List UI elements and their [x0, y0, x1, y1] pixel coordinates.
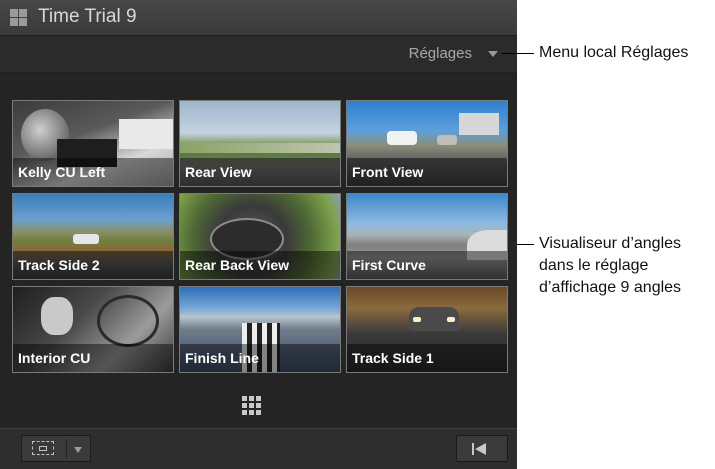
- overlay-popup-button[interactable]: [21, 435, 91, 462]
- angle-label: Interior CU: [18, 350, 91, 366]
- callout-line-viewer: [517, 244, 534, 245]
- angle-tile[interactable]: Track Side 1: [346, 286, 508, 373]
- go-to-previous-icon: [472, 443, 490, 455]
- angle-label: Track Side 2: [18, 257, 100, 273]
- angle-label: Rear View: [185, 164, 252, 180]
- angle-label: Kelly CU Left: [18, 164, 106, 180]
- go-to-previous-button[interactable]: [456, 435, 508, 462]
- angle-tile[interactable]: Rear Back View: [179, 193, 341, 280]
- angle-label: Rear Back View: [185, 257, 290, 273]
- angle-tile[interactable]: Front View: [346, 100, 508, 187]
- callout-viewer-line1: Visualiseur d’angles: [539, 235, 682, 252]
- chevron-down-icon: [74, 447, 82, 453]
- settings-menu[interactable]: Réglages: [409, 45, 472, 62]
- angle-label: Track Side 1: [352, 350, 434, 366]
- angle-tile[interactable]: First Curve: [346, 193, 508, 280]
- angle-label: First Curve: [352, 257, 426, 273]
- settings-bar: Réglages: [0, 36, 517, 73]
- window-title: Time Trial 9: [38, 6, 137, 27]
- angle-tile[interactable]: Finish Line: [179, 286, 341, 373]
- bottom-toolbar: [0, 428, 517, 469]
- angle-grid: Kelly CU Left Rear View Front View Track…: [0, 73, 517, 428]
- callout-line-settings: [502, 53, 534, 54]
- chevron-down-icon[interactable]: [488, 51, 498, 57]
- callout-viewer-line3: d’affichage 9 angles: [539, 279, 682, 296]
- angle-tile[interactable]: Interior CU: [12, 286, 174, 373]
- angle-label: Front View: [352, 164, 424, 180]
- nine-grid-icon[interactable]: [242, 396, 261, 415]
- angle-tile[interactable]: Rear View: [179, 100, 341, 187]
- viewer-grid-icon: [10, 9, 27, 26]
- overlay-icon: [32, 441, 54, 455]
- callout-settings: Menu local Réglages: [539, 44, 689, 61]
- angle-viewer-panel: Time Trial 9 Réglages Kelly CU Left Rear…: [0, 0, 517, 469]
- angle-tile[interactable]: Track Side 2: [12, 193, 174, 280]
- angle-label: Finish Line: [185, 350, 259, 366]
- angle-tile[interactable]: Kelly CU Left: [12, 100, 174, 187]
- callout-viewer-line2: dans le réglage: [539, 257, 649, 274]
- title-bar: Time Trial 9: [0, 0, 517, 36]
